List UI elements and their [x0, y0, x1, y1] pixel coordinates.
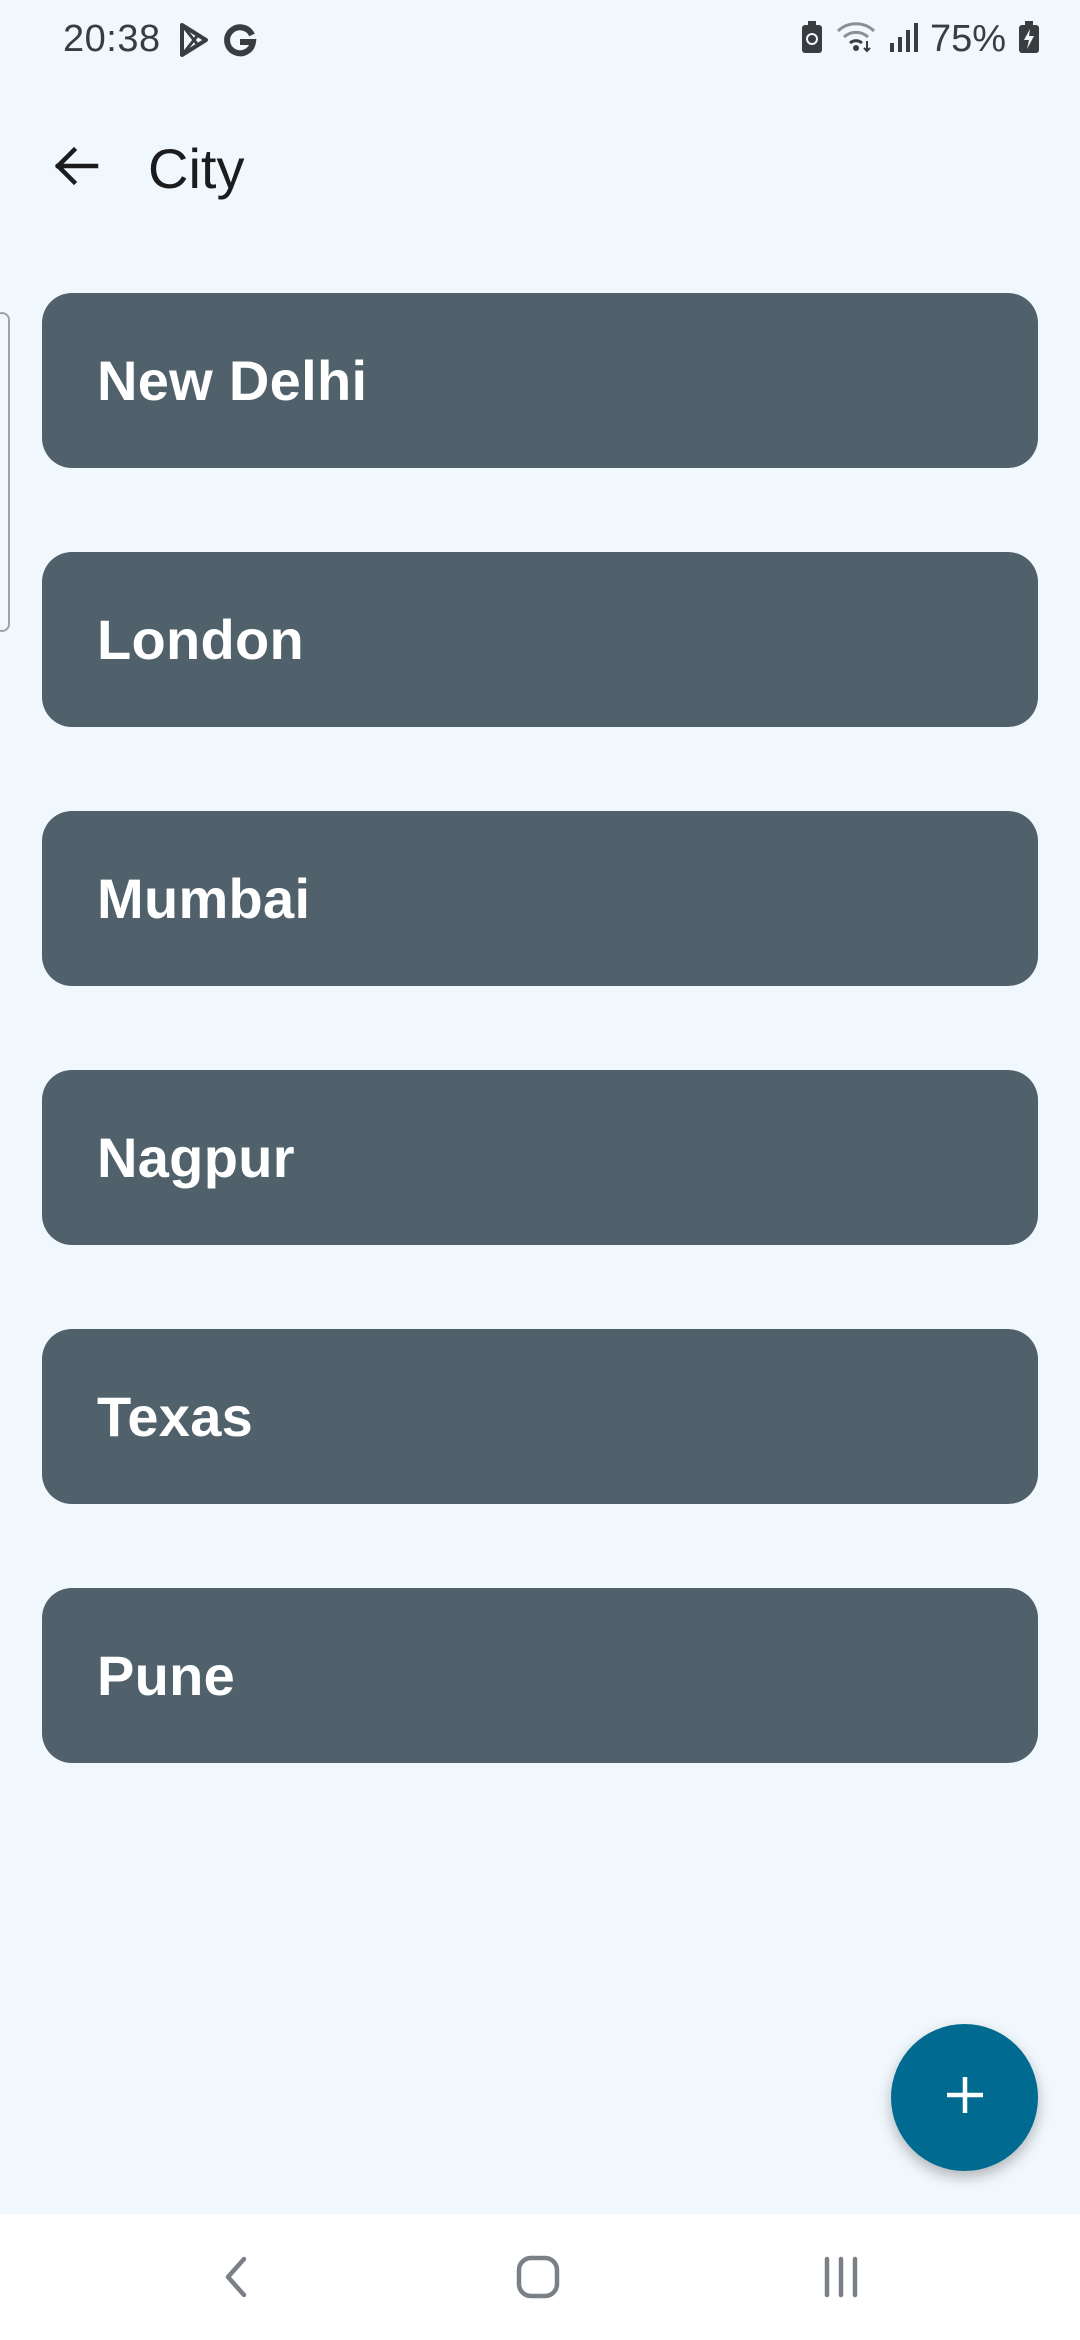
plus-icon — [943, 2073, 987, 2122]
city-name: London — [97, 608, 305, 671]
back-button[interactable] — [40, 132, 112, 204]
signal-icon — [888, 21, 918, 58]
page-title: City — [148, 137, 245, 200]
city-card[interactable]: New Delhi — [42, 293, 1038, 468]
system-nav-bar — [0, 2214, 1080, 2340]
app-bar: City — [0, 108, 1080, 228]
city-name: Texas — [97, 1385, 254, 1448]
battery-charging-icon — [1018, 20, 1040, 59]
edge-panel-handle[interactable] — [0, 312, 10, 632]
nav-home-icon — [514, 2253, 562, 2306]
status-right-icons: 75% — [800, 18, 1040, 61]
city-name: Pune — [97, 1644, 236, 1707]
nav-home-button[interactable] — [498, 2239, 578, 2319]
city-card[interactable]: London — [42, 552, 1038, 727]
city-card[interactable]: Pune — [42, 1588, 1038, 1763]
city-card[interactable]: Mumbai — [42, 811, 1038, 986]
google-icon — [223, 23, 257, 62]
nav-back-icon — [216, 2253, 256, 2306]
city-name: Nagpur — [97, 1126, 295, 1189]
status-bar: 20:38 75% — [0, 0, 1080, 80]
arrow-left-icon — [52, 142, 100, 195]
nav-recents-icon — [817, 2253, 865, 2306]
city-name: Mumbai — [97, 867, 311, 930]
city-card[interactable]: Texas — [42, 1329, 1038, 1504]
city-name: New Delhi — [97, 349, 368, 412]
nav-back-button[interactable] — [196, 2239, 276, 2319]
play-store-icon — [177, 22, 211, 63]
battery-saver-icon — [800, 20, 824, 59]
battery-percent: 75% — [929, 18, 1006, 60]
status-time: 20:38 — [63, 18, 161, 60]
nav-recents-button[interactable] — [801, 2239, 881, 2319]
city-list: New Delhi London Mumbai Nagpur Texas Pun… — [42, 293, 1038, 1847]
status-left-icons — [177, 22, 257, 63]
wifi-icon — [836, 21, 876, 58]
add-city-button[interactable] — [891, 2024, 1038, 2171]
city-card[interactable]: Nagpur — [42, 1070, 1038, 1245]
